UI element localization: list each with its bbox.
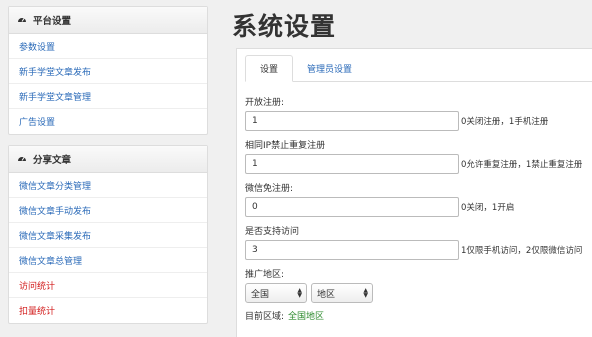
sidebar-item-deduct-stats[interactable]: 扣量统计 <box>9 298 207 323</box>
same-ip-input[interactable] <box>245 154 459 174</box>
tab-settings[interactable]: 设置 <box>245 55 294 82</box>
wechat-free-hint: 0关闭，1开启 <box>461 203 515 213</box>
wechat-free-label: 微信免注册: <box>245 184 294 194</box>
sidebar: 平台设置 参数设置 新手学堂文章发布 新手学堂文章管理 广告设置 分享文章 微信… <box>8 6 208 334</box>
sidebar-item-param-settings[interactable]: 参数设置 <box>9 34 207 59</box>
sidebar-item-tutorial-manage[interactable]: 新手学堂文章管理 <box>9 84 207 109</box>
platform-settings-title: 平台设置 <box>33 16 72 27</box>
sidebar-item-visit-stats[interactable]: 访问统计 <box>9 273 207 298</box>
select-arrows-icon: ▲ ▼ <box>363 287 368 299</box>
sidebar-item-ad-settings[interactable]: 广告设置 <box>9 109 207 134</box>
current-region-value: 全国地区 <box>288 312 325 322</box>
open-register-label: 开放注册: <box>245 98 285 108</box>
country-select[interactable]: 全国 ▲ ▼ <box>245 283 307 303</box>
sidebar-item-collect-publish[interactable]: 微信文章采集发布 <box>9 223 207 248</box>
select-arrows-icon: ▲ ▼ <box>297 287 302 299</box>
platform-settings-header[interactable]: 平台设置 <box>9 7 207 34</box>
support-access-label: 是否支持访问 <box>245 227 300 237</box>
open-register-hint: 0关闭注册，1手机注册 <box>461 117 549 127</box>
tab-admin-settings[interactable]: 管理员设置 <box>293 55 366 82</box>
sidebar-item-manual-publish[interactable]: 微信文章手动发布 <box>9 198 207 223</box>
sidebar-item-category-manage[interactable]: 微信文章分类管理 <box>9 173 207 198</box>
open-register-input[interactable] <box>245 111 459 131</box>
platform-settings-panel: 平台设置 参数设置 新手学堂文章发布 新手学堂文章管理 广告设置 <box>8 6 208 135</box>
sidebar-item-tutorial-publish[interactable]: 新手学堂文章发布 <box>9 59 207 84</box>
area-select-value: 地区 <box>317 289 336 300</box>
page-title: 系统设置 <box>232 12 337 41</box>
area-select[interactable]: 地区 ▲ ▼ <box>311 283 373 303</box>
country-select-value: 全国 <box>251 289 270 300</box>
dashboard-icon <box>17 15 27 25</box>
same-ip-label: 相同IP禁止重复注册 <box>245 141 326 151</box>
current-region: 目前区域: 全国地区 <box>245 309 582 322</box>
settings-content: 设置 管理员设置 开放注册: 0关闭注册，1手机注册 相同IP禁止重复注册 0允… <box>236 48 592 337</box>
share-articles-title: 分享文章 <box>33 155 72 166</box>
main-area: 系统设置 设置 管理员设置 开放注册: 0关闭注册，1手机注册 相同IP禁止重复… <box>222 0 592 337</box>
tab-bar: 设置 管理员设置 <box>245 55 592 82</box>
same-ip-hint: 0允许重复注册，1禁止重复注册 <box>461 160 583 170</box>
wechat-free-input[interactable] <box>245 197 459 217</box>
current-region-label: 目前区域: <box>245 312 285 322</box>
settings-form: 开放注册: 0关闭注册，1手机注册 相同IP禁止重复注册 0允许重复注册，1禁止… <box>245 95 582 322</box>
support-access-input[interactable] <box>245 240 459 260</box>
share-articles-panel: 分享文章 微信文章分类管理 微信文章手动发布 微信文章采集发布 微信文章总管理 … <box>8 145 208 324</box>
dashboard-icon <box>17 154 27 164</box>
sidebar-item-article-manage[interactable]: 微信文章总管理 <box>9 248 207 273</box>
promo-region-label: 推广地区: <box>245 270 285 280</box>
support-access-hint: 1仅限手机访问，2仅限微信访问 <box>461 246 583 256</box>
share-articles-header[interactable]: 分享文章 <box>9 146 207 173</box>
